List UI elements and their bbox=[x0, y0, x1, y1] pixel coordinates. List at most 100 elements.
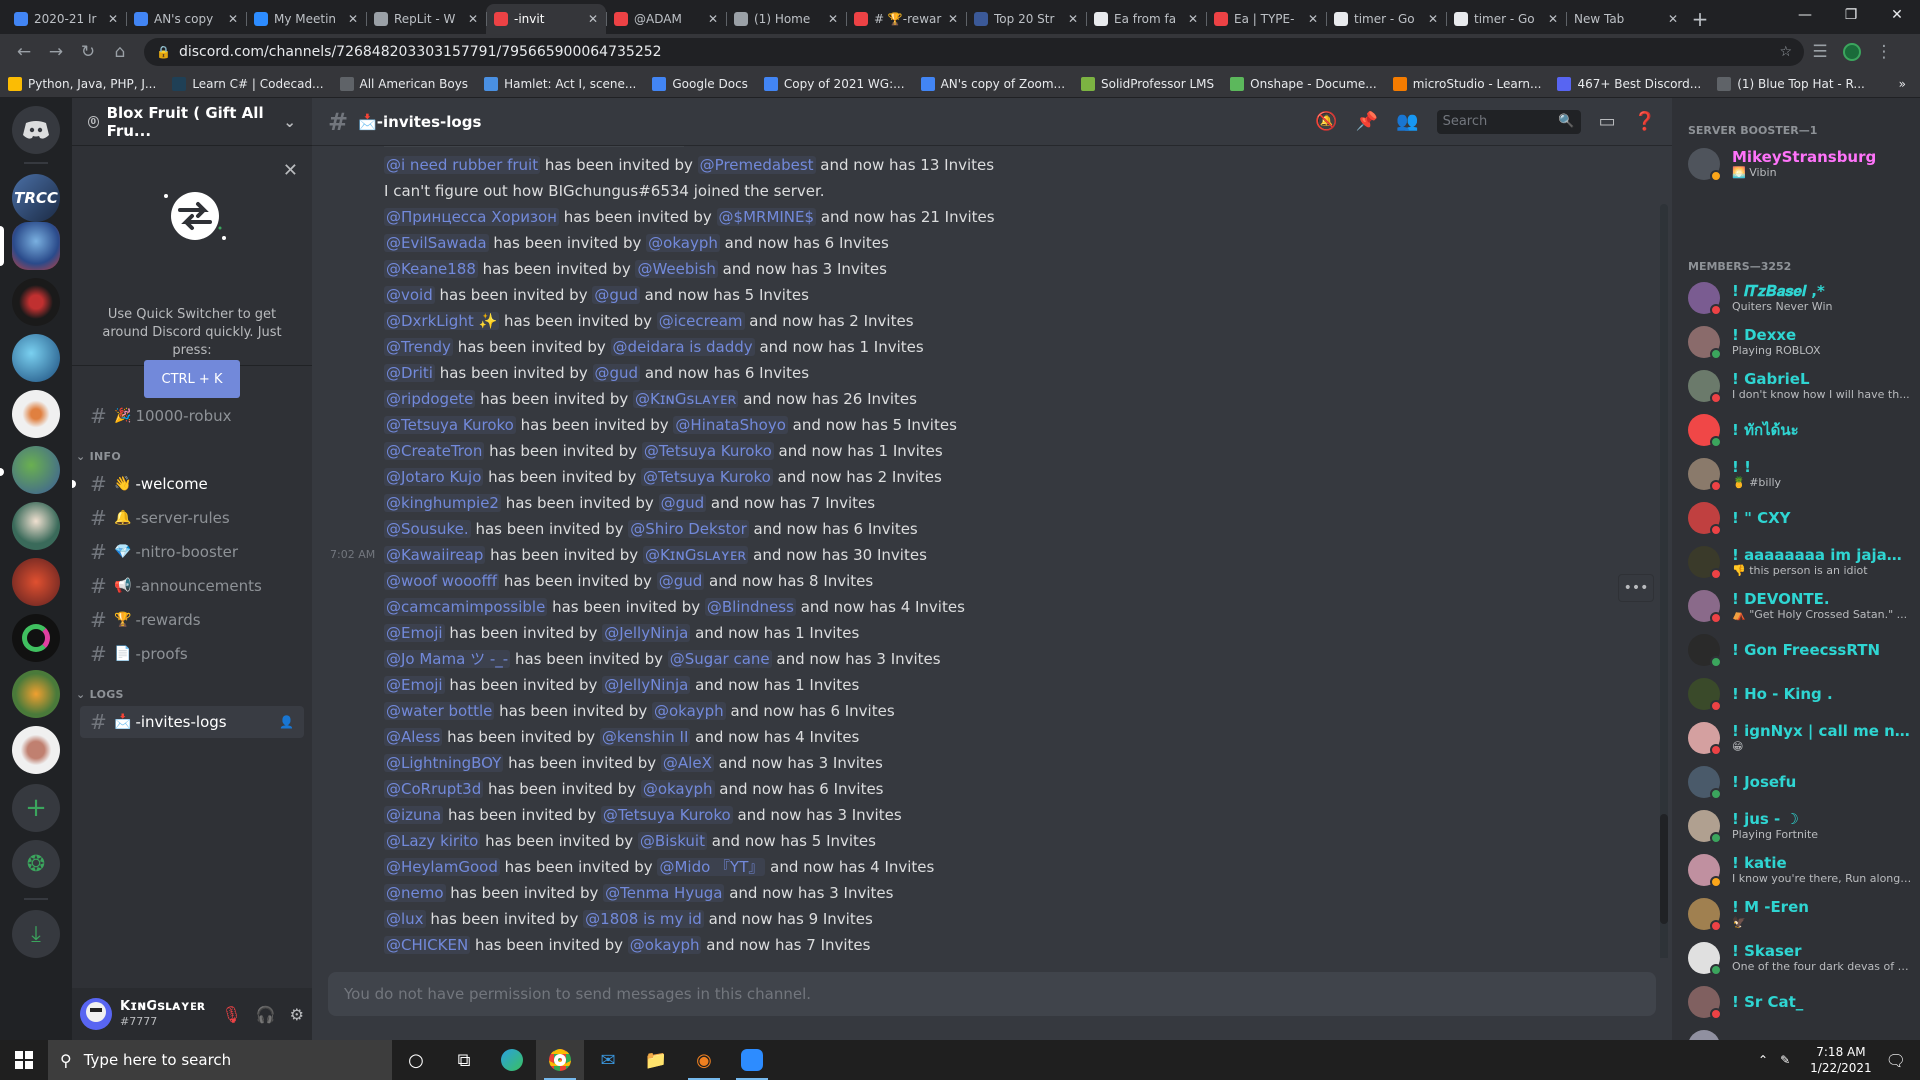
file-explorer-icon[interactable]: 📁 bbox=[632, 1040, 680, 1080]
server-header[interactable]: 0 Blox Fruit ( Gift All Fru... ⌄ bbox=[72, 98, 312, 146]
edge-icon[interactable] bbox=[488, 1040, 536, 1080]
channel-item[interactable]: # 👋 -welcome bbox=[72, 468, 304, 500]
category-logs[interactable]: ⌄ LOGS bbox=[76, 688, 124, 701]
tab-close-icon[interactable]: ✕ bbox=[348, 12, 358, 26]
chrome-icon[interactable] bbox=[536, 1040, 584, 1080]
channel-item[interactable]: # 🔔 -server-rules bbox=[80, 502, 304, 534]
browser-tab[interactable]: timer - Go ✕ bbox=[1326, 4, 1446, 34]
avatar[interactable] bbox=[80, 998, 112, 1030]
member-item[interactable]: ! Josefu bbox=[1680, 760, 1912, 804]
channel-item[interactable]: # 📢 -announcements bbox=[80, 570, 304, 602]
guild-blox-fruit-icon[interactable] bbox=[12, 222, 60, 270]
mention[interactable]: @HinataShoyo bbox=[673, 416, 788, 434]
mention[interactable]: @DxrkLight ✨ bbox=[384, 312, 500, 330]
new-tab-icon[interactable]: + bbox=[1686, 4, 1714, 34]
tab-close-icon[interactable]: ✕ bbox=[228, 12, 238, 26]
mention[interactable]: @nemo bbox=[384, 884, 446, 902]
member-item[interactable]: ! ! 🍍 #billy bbox=[1680, 452, 1912, 496]
browser-tab[interactable]: @ADAM ✕ bbox=[606, 4, 726, 34]
browser-tab[interactable]: RepLit - W ✕ bbox=[366, 4, 486, 34]
mention[interactable]: @Tetsuya Kuroko bbox=[641, 442, 774, 460]
mention[interactable]: @Premedabest bbox=[697, 156, 816, 174]
guild-globe-icon[interactable] bbox=[12, 446, 60, 494]
mention[interactable]: @Tetsuya Kuroko bbox=[641, 468, 773, 486]
browser-tab[interactable]: (1) Home ✕ bbox=[726, 4, 846, 34]
explore-servers-icon[interactable]: ❂ bbox=[12, 840, 60, 888]
discord-home-icon[interactable] bbox=[12, 106, 60, 154]
browser-tab[interactable]: AN's copy ✕ bbox=[126, 4, 246, 34]
mention[interactable]: @gud bbox=[656, 572, 705, 590]
guild-anime-icon[interactable] bbox=[12, 390, 60, 438]
mention[interactable]: @1808 is my id bbox=[583, 910, 704, 928]
mention[interactable]: @izuna bbox=[384, 806, 444, 824]
mention[interactable]: @EvilSawada bbox=[384, 234, 489, 252]
member-item[interactable]: ! Gon FreecssRTN bbox=[1680, 628, 1912, 672]
member-item[interactable]: ! Skaser One of the four dark devas of d.… bbox=[1680, 936, 1912, 980]
bookmark-item[interactable]: Onshape - Docume... bbox=[1230, 76, 1377, 91]
mention[interactable]: @gud bbox=[658, 494, 707, 512]
member-item[interactable]: ! jus - ☽ Playing Fortnite bbox=[1680, 804, 1912, 848]
inbox-icon[interactable]: ▭ bbox=[1599, 111, 1616, 132]
mention[interactable]: @Blindness bbox=[704, 598, 796, 616]
member-item[interactable]: ! katie I know you're there, Run along...… bbox=[1680, 848, 1912, 892]
mention[interactable]: @Jotaro Kujo bbox=[384, 468, 484, 486]
browser-tab[interactable]: -invit ✕ bbox=[486, 4, 606, 34]
blender-icon[interactable]: ◉ bbox=[680, 1040, 728, 1080]
bookmark-item[interactable]: 467+ Best Discord... bbox=[1557, 76, 1701, 91]
tab-close-icon[interactable]: ✕ bbox=[108, 12, 118, 26]
member-item[interactable]: ! ทักได้นะ bbox=[1680, 408, 1912, 452]
guild-stripe-icon[interactable] bbox=[12, 614, 60, 662]
clock[interactable]: 7:18 AM 1/22/2021 bbox=[1810, 1044, 1872, 1076]
scrollbar[interactable] bbox=[1660, 204, 1668, 958]
bookmarks-overflow-icon[interactable]: » bbox=[1899, 77, 1906, 91]
bookmark-item[interactable]: microStudio - Learn... bbox=[1392, 76, 1541, 91]
mention[interactable]: @water bottle bbox=[384, 702, 495, 720]
mention[interactable]: @okayph bbox=[640, 780, 715, 798]
scrollbar-thumb[interactable] bbox=[1660, 814, 1668, 924]
guild-trcc-icon[interactable]: TRCC bbox=[12, 174, 60, 222]
tab-close-icon[interactable]: ✕ bbox=[708, 12, 718, 26]
member-item[interactable]: ! DEVONTE. ⛺ "Get Holy Crossed Satan." ..… bbox=[1680, 584, 1912, 628]
browser-tab[interactable]: 2020-21 Ir ✕ bbox=[6, 4, 126, 34]
mention[interactable]: @Sousuke. bbox=[384, 520, 471, 538]
mention[interactable]: @void bbox=[384, 286, 435, 304]
taskbar-search-input[interactable]: ⚲ Type here to search bbox=[48, 1040, 392, 1080]
bookmark-item[interactable]: (1) Blue Top Hat - R... bbox=[1717, 76, 1865, 91]
mention[interactable]: @Tetsuya Kuroko bbox=[384, 416, 516, 434]
channel-item[interactable]: # 🎉 10000-robux bbox=[80, 400, 304, 432]
notifications-icon[interactable]: 🗨 bbox=[1886, 1051, 1906, 1070]
mention[interactable]: @Lazy kirito bbox=[384, 832, 481, 850]
guild-fruit-icon[interactable] bbox=[12, 670, 60, 718]
headphones-icon[interactable]: 🎧 bbox=[256, 1005, 276, 1024]
mention[interactable]: @AleX bbox=[660, 754, 714, 772]
home-icon[interactable]: ⌂ bbox=[104, 36, 136, 68]
guild-character-icon[interactable] bbox=[12, 502, 60, 550]
tab-close-icon[interactable]: ✕ bbox=[1548, 12, 1558, 26]
mention[interactable]: @Sugar cane bbox=[667, 650, 772, 668]
member-item[interactable]: ! Dexxe Playing ROBLOX bbox=[1680, 320, 1912, 364]
restore-icon[interactable]: ❐ bbox=[1828, 0, 1874, 30]
mention[interactable]: @Aless bbox=[384, 728, 443, 746]
mention[interactable]: @camcamimpossible bbox=[384, 598, 548, 616]
browser-tab[interactable]: Ea | TYPE- ✕ bbox=[1206, 4, 1326, 34]
tab-close-icon[interactable]: ✕ bbox=[948, 12, 958, 26]
mention[interactable]: @KɪɴԌsʟᴀʏᴇʀ bbox=[633, 390, 739, 408]
mention[interactable]: @Tetsuya Kuroko bbox=[600, 806, 733, 824]
add-member-icon[interactable]: 👤 bbox=[279, 715, 294, 729]
task-view-icon[interactable]: ⧉ bbox=[440, 1040, 488, 1080]
reload-icon[interactable]: ↻ bbox=[72, 36, 104, 68]
mention[interactable]: @CreateTron bbox=[384, 442, 485, 460]
browser-tab[interactable]: My Meetin ✕ bbox=[246, 4, 366, 34]
tab-close-icon[interactable]: ✕ bbox=[468, 12, 478, 26]
member-item[interactable]: ! Synte bbox=[1680, 1024, 1912, 1040]
bookmark-item[interactable]: Python, Java, PHP, J... bbox=[8, 76, 156, 91]
windows-start-icon[interactable] bbox=[0, 1040, 48, 1080]
mention[interactable]: @gud bbox=[592, 364, 641, 382]
mention[interactable]: @i need rubber fruit bbox=[384, 156, 541, 174]
channel-item[interactable]: # 🏆 -rewards bbox=[80, 604, 304, 636]
guild-dragon-icon[interactable] bbox=[12, 334, 60, 382]
channel-item[interactable]: # 📄 -proofs bbox=[80, 638, 304, 670]
tab-close-icon[interactable]: ✕ bbox=[1428, 12, 1438, 26]
close-icon[interactable]: ✕ bbox=[283, 160, 298, 181]
mention[interactable]: @LightningBOY bbox=[384, 754, 504, 772]
